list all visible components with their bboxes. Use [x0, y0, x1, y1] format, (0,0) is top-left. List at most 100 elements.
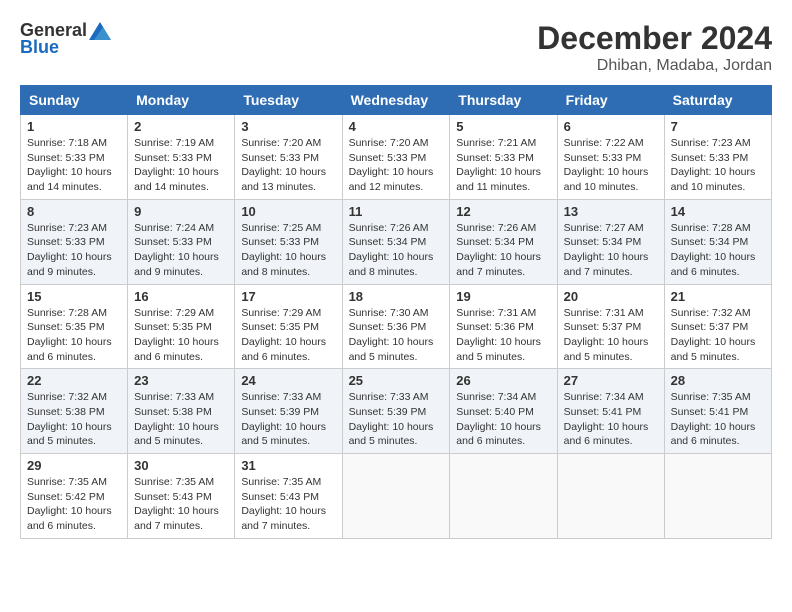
calendar-day-cell: 8 Sunrise: 7:23 AM Sunset: 5:33 PM Dayli… — [21, 199, 128, 284]
day-info: Sunrise: 7:29 AM Sunset: 5:35 PM Dayligh… — [134, 306, 228, 365]
calendar-day-cell — [557, 454, 664, 539]
weekday-header: Sunday — [21, 86, 128, 115]
calendar-day-cell: 3 Sunrise: 7:20 AM Sunset: 5:33 PM Dayli… — [235, 115, 342, 200]
day-number: 7 — [671, 119, 765, 134]
day-number: 23 — [134, 373, 228, 388]
day-info: Sunrise: 7:30 AM Sunset: 5:36 PM Dayligh… — [349, 306, 444, 365]
day-info: Sunrise: 7:35 AM Sunset: 5:43 PM Dayligh… — [134, 475, 228, 534]
day-number: 3 — [241, 119, 335, 134]
day-number: 30 — [134, 458, 228, 473]
weekday-header: Friday — [557, 86, 664, 115]
calendar-week-row: 22 Sunrise: 7:32 AM Sunset: 5:38 PM Dayl… — [21, 369, 772, 454]
day-info: Sunrise: 7:33 AM Sunset: 5:39 PM Dayligh… — [349, 390, 444, 449]
day-info: Sunrise: 7:35 AM Sunset: 5:43 PM Dayligh… — [241, 475, 335, 534]
day-info: Sunrise: 7:20 AM Sunset: 5:33 PM Dayligh… — [241, 136, 335, 195]
day-info: Sunrise: 7:21 AM Sunset: 5:33 PM Dayligh… — [456, 136, 550, 195]
day-number: 17 — [241, 289, 335, 304]
calendar-day-cell: 27 Sunrise: 7:34 AM Sunset: 5:41 PM Dayl… — [557, 369, 664, 454]
calendar-day-cell: 28 Sunrise: 7:35 AM Sunset: 5:41 PM Dayl… — [664, 369, 771, 454]
day-info: Sunrise: 7:22 AM Sunset: 5:33 PM Dayligh… — [564, 136, 658, 195]
day-info: Sunrise: 7:34 AM Sunset: 5:41 PM Dayligh… — [564, 390, 658, 449]
day-number: 25 — [349, 373, 444, 388]
calendar-day-cell: 6 Sunrise: 7:22 AM Sunset: 5:33 PM Dayli… — [557, 115, 664, 200]
calendar-day-cell: 2 Sunrise: 7:19 AM Sunset: 5:33 PM Dayli… — [128, 115, 235, 200]
day-number: 10 — [241, 204, 335, 219]
logo: General Blue — [20, 20, 111, 58]
day-number: 16 — [134, 289, 228, 304]
day-info: Sunrise: 7:32 AM Sunset: 5:38 PM Dayligh… — [27, 390, 121, 449]
day-info: Sunrise: 7:23 AM Sunset: 5:33 PM Dayligh… — [671, 136, 765, 195]
day-number: 11 — [349, 204, 444, 219]
day-number: 28 — [671, 373, 765, 388]
calendar-day-cell: 17 Sunrise: 7:29 AM Sunset: 5:35 PM Dayl… — [235, 284, 342, 369]
weekday-header-row: SundayMondayTuesdayWednesdayThursdayFrid… — [21, 86, 772, 115]
day-number: 8 — [27, 204, 121, 219]
calendar-day-cell: 13 Sunrise: 7:27 AM Sunset: 5:34 PM Dayl… — [557, 199, 664, 284]
day-number: 22 — [27, 373, 121, 388]
day-number: 4 — [349, 119, 444, 134]
calendar-day-cell: 5 Sunrise: 7:21 AM Sunset: 5:33 PM Dayli… — [450, 115, 557, 200]
calendar-day-cell: 25 Sunrise: 7:33 AM Sunset: 5:39 PM Dayl… — [342, 369, 450, 454]
title-section: December 2024 Dhiban, Madaba, Jordan — [537, 20, 772, 75]
day-number: 20 — [564, 289, 658, 304]
day-number: 24 — [241, 373, 335, 388]
day-number: 9 — [134, 204, 228, 219]
calendar-week-row: 1 Sunrise: 7:18 AM Sunset: 5:33 PM Dayli… — [21, 115, 772, 200]
day-info: Sunrise: 7:18 AM Sunset: 5:33 PM Dayligh… — [27, 136, 121, 195]
day-number: 1 — [27, 119, 121, 134]
day-number: 21 — [671, 289, 765, 304]
calendar-day-cell: 10 Sunrise: 7:25 AM Sunset: 5:33 PM Dayl… — [235, 199, 342, 284]
day-number: 15 — [27, 289, 121, 304]
calendar-day-cell: 20 Sunrise: 7:31 AM Sunset: 5:37 PM Dayl… — [557, 284, 664, 369]
day-info: Sunrise: 7:35 AM Sunset: 5:42 PM Dayligh… — [27, 475, 121, 534]
weekday-header: Monday — [128, 86, 235, 115]
day-number: 18 — [349, 289, 444, 304]
calendar-day-cell: 1 Sunrise: 7:18 AM Sunset: 5:33 PM Dayli… — [21, 115, 128, 200]
calendar-day-cell — [342, 454, 450, 539]
day-info: Sunrise: 7:28 AM Sunset: 5:35 PM Dayligh… — [27, 306, 121, 365]
calendar-day-cell: 11 Sunrise: 7:26 AM Sunset: 5:34 PM Dayl… — [342, 199, 450, 284]
calendar-week-row: 29 Sunrise: 7:35 AM Sunset: 5:42 PM Dayl… — [21, 454, 772, 539]
day-info: Sunrise: 7:27 AM Sunset: 5:34 PM Dayligh… — [564, 221, 658, 280]
day-number: 6 — [564, 119, 658, 134]
calendar-day-cell: 30 Sunrise: 7:35 AM Sunset: 5:43 PM Dayl… — [128, 454, 235, 539]
calendar-day-cell: 7 Sunrise: 7:23 AM Sunset: 5:33 PM Dayli… — [664, 115, 771, 200]
day-info: Sunrise: 7:31 AM Sunset: 5:37 PM Dayligh… — [564, 306, 658, 365]
day-info: Sunrise: 7:33 AM Sunset: 5:38 PM Dayligh… — [134, 390, 228, 449]
calendar-day-cell: 31 Sunrise: 7:35 AM Sunset: 5:43 PM Dayl… — [235, 454, 342, 539]
calendar-day-cell: 9 Sunrise: 7:24 AM Sunset: 5:33 PM Dayli… — [128, 199, 235, 284]
calendar-day-cell: 24 Sunrise: 7:33 AM Sunset: 5:39 PM Dayl… — [235, 369, 342, 454]
logo-text-blue: Blue — [20, 37, 59, 58]
day-info: Sunrise: 7:23 AM Sunset: 5:33 PM Dayligh… — [27, 221, 121, 280]
day-number: 31 — [241, 458, 335, 473]
day-info: Sunrise: 7:24 AM Sunset: 5:33 PM Dayligh… — [134, 221, 228, 280]
day-number: 2 — [134, 119, 228, 134]
calendar-day-cell: 16 Sunrise: 7:29 AM Sunset: 5:35 PM Dayl… — [128, 284, 235, 369]
day-number: 27 — [564, 373, 658, 388]
day-info: Sunrise: 7:26 AM Sunset: 5:34 PM Dayligh… — [456, 221, 550, 280]
calendar-day-cell: 22 Sunrise: 7:32 AM Sunset: 5:38 PM Dayl… — [21, 369, 128, 454]
calendar-day-cell: 19 Sunrise: 7:31 AM Sunset: 5:36 PM Dayl… — [450, 284, 557, 369]
calendar-day-cell: 23 Sunrise: 7:33 AM Sunset: 5:38 PM Dayl… — [128, 369, 235, 454]
day-info: Sunrise: 7:20 AM Sunset: 5:33 PM Dayligh… — [349, 136, 444, 195]
weekday-header: Wednesday — [342, 86, 450, 115]
calendar-day-cell: 21 Sunrise: 7:32 AM Sunset: 5:37 PM Dayl… — [664, 284, 771, 369]
day-info: Sunrise: 7:34 AM Sunset: 5:40 PM Dayligh… — [456, 390, 550, 449]
weekday-header: Tuesday — [235, 86, 342, 115]
calendar-day-cell — [450, 454, 557, 539]
page-header: General Blue December 2024 Dhiban, Madab… — [20, 20, 772, 75]
calendar-week-row: 15 Sunrise: 7:28 AM Sunset: 5:35 PM Dayl… — [21, 284, 772, 369]
calendar-day-cell — [664, 454, 771, 539]
calendar-day-cell: 29 Sunrise: 7:35 AM Sunset: 5:42 PM Dayl… — [21, 454, 128, 539]
day-info: Sunrise: 7:25 AM Sunset: 5:33 PM Dayligh… — [241, 221, 335, 280]
weekday-header: Thursday — [450, 86, 557, 115]
day-number: 12 — [456, 204, 550, 219]
day-info: Sunrise: 7:29 AM Sunset: 5:35 PM Dayligh… — [241, 306, 335, 365]
day-info: Sunrise: 7:26 AM Sunset: 5:34 PM Dayligh… — [349, 221, 444, 280]
logo-icon — [89, 22, 111, 40]
month-title: December 2024 — [537, 20, 772, 57]
calendar-day-cell: 12 Sunrise: 7:26 AM Sunset: 5:34 PM Dayl… — [450, 199, 557, 284]
calendar-day-cell: 4 Sunrise: 7:20 AM Sunset: 5:33 PM Dayli… — [342, 115, 450, 200]
day-number: 29 — [27, 458, 121, 473]
calendar-table: SundayMondayTuesdayWednesdayThursdayFrid… — [20, 85, 772, 539]
